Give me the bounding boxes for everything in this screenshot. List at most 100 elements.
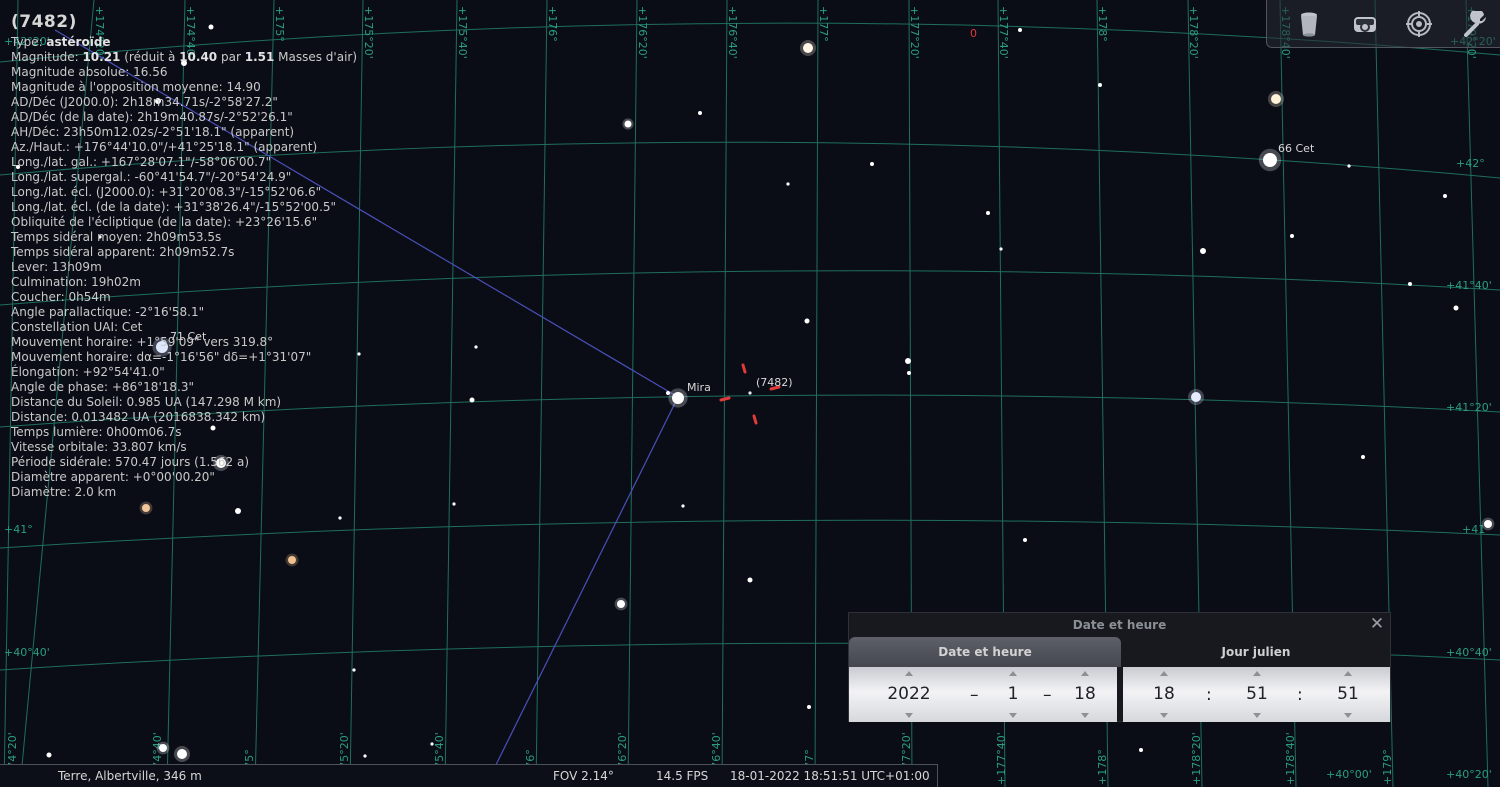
- star[interactable]: [1098, 83, 1102, 87]
- info-line: AH/Déc: 23h50m12.02s/-2°51'18.1" (appare…: [11, 125, 357, 140]
- datetime-text[interactable]: 18-01-2022 18:51:51 UTC+01:00: [730, 769, 930, 783]
- star[interactable]: [999, 247, 1003, 251]
- second-spinbox[interactable]: 51: [1331, 667, 1365, 722]
- info-text: Diamètre apparent: +0°00'00.20": [11, 470, 215, 484]
- star[interactable]: [469, 397, 475, 403]
- minute-up-icon[interactable]: [1253, 671, 1261, 676]
- second-down-icon[interactable]: [1344, 713, 1352, 718]
- close-icon[interactable]: ✕: [1368, 615, 1386, 633]
- star[interactable]: [1023, 538, 1027, 542]
- azimuth-label: +176°40': [726, 6, 739, 59]
- day-value[interactable]: 18: [1069, 684, 1101, 704]
- hour-value[interactable]: 18: [1147, 684, 1181, 704]
- star[interactable]: [1347, 164, 1351, 168]
- date-separator: –: [1043, 685, 1052, 705]
- location-text[interactable]: Terre, Albertville, 346 m: [58, 769, 202, 783]
- info-text: Période sidérale: 570.47 jours (1.562 a): [11, 455, 250, 469]
- second-up-icon[interactable]: [1344, 671, 1352, 676]
- star[interactable]: [46, 752, 52, 758]
- star[interactable]: [804, 318, 810, 324]
- minute-spinbox[interactable]: 51: [1240, 667, 1274, 722]
- star[interactable]: [907, 371, 911, 375]
- star[interactable]: [1361, 455, 1365, 459]
- info-line: AD/Déc (J2000.0): 2h18m34.71s/-2°58'27.2…: [11, 95, 357, 110]
- azimuth-label: +178°: [1096, 6, 1109, 42]
- status-bar: Terre, Albertville, 346 m FOV 2.14° 14.5…: [0, 764, 938, 787]
- dialog-title[interactable]: Date et heure: [849, 613, 1390, 637]
- star[interactable]: [430, 742, 434, 746]
- star[interactable]: [159, 744, 167, 752]
- star[interactable]: [905, 358, 911, 364]
- year-up-icon[interactable]: [905, 671, 913, 676]
- star[interactable]: [338, 516, 342, 520]
- info-line: Mouvement horaire: +1°59'09" vers 319.8°: [11, 335, 357, 350]
- star[interactable]: [681, 504, 685, 508]
- year-value[interactable]: 2022: [877, 684, 941, 704]
- month-value[interactable]: 1: [997, 684, 1029, 704]
- star[interactable]: [142, 504, 150, 512]
- star[interactable]: [747, 577, 753, 583]
- hour-down-icon[interactable]: [1160, 713, 1168, 718]
- info-line: Lever: 13h09m: [11, 260, 357, 275]
- second-value[interactable]: 51: [1331, 684, 1365, 704]
- azimuth-label: +177°: [817, 6, 830, 42]
- hour-up-icon[interactable]: [1160, 671, 1168, 676]
- star[interactable]: [1200, 248, 1206, 254]
- star[interactable]: [698, 111, 702, 115]
- star[interactable]: [803, 43, 813, 53]
- star[interactable]: [1271, 94, 1281, 104]
- star[interactable]: [666, 391, 670, 395]
- year-spinbox[interactable]: 2022: [877, 667, 941, 722]
- day-up-icon[interactable]: [1081, 671, 1089, 676]
- star[interactable]: [624, 120, 632, 128]
- star[interactable]: [1018, 28, 1022, 32]
- minute-down-icon[interactable]: [1253, 713, 1261, 718]
- star[interactable]: [235, 508, 241, 514]
- year-down-icon[interactable]: [905, 713, 913, 718]
- star[interactable]: [786, 182, 790, 186]
- star[interactable]: [474, 345, 478, 349]
- minute-value[interactable]: 51: [1240, 684, 1274, 704]
- target-button[interactable]: [1403, 8, 1435, 40]
- asteroid-7482[interactable]: [748, 391, 752, 395]
- star[interactable]: [1191, 392, 1201, 402]
- star[interactable]: [1408, 282, 1412, 286]
- star[interactable]: [1453, 305, 1459, 311]
- star[interactable]: [357, 352, 361, 356]
- hour-spinbox[interactable]: 18: [1147, 667, 1181, 722]
- info-text: Obliquité de l'écliptique (de la date): …: [11, 215, 318, 229]
- day-spinbox[interactable]: 18: [1069, 667, 1101, 722]
- month-up-icon[interactable]: [1009, 671, 1017, 676]
- star[interactable]: [1484, 520, 1492, 528]
- info-text: Long./lat. gal.: +167°28'07.1"/-58°06'00…: [11, 155, 272, 169]
- star[interactable]: [452, 502, 456, 506]
- star[interactable]: [986, 211, 990, 215]
- info-line: Obliquité de l'écliptique (de la date): …: [11, 215, 357, 230]
- info-value: 10.21: [82, 50, 121, 64]
- star[interactable]: [1139, 748, 1143, 752]
- tab-date-time[interactable]: Date et heure: [849, 637, 1121, 667]
- star[interactable]: [1443, 194, 1447, 198]
- info-text: Diamètre: 2.0 km: [11, 485, 117, 499]
- star[interactable]: [1290, 234, 1294, 238]
- info-text: Temps sidéral apparent: 2h09m52.7s: [11, 245, 235, 259]
- star[interactable]: [807, 705, 811, 709]
- star[interactable]: [617, 600, 625, 608]
- day-down-icon[interactable]: [1081, 713, 1089, 718]
- star[interactable]: [870, 162, 874, 166]
- star[interactable]: [288, 556, 296, 564]
- info-text: Angle de phase: +86°18'18.3": [11, 380, 194, 394]
- configuration-button[interactable]: [1459, 8, 1491, 40]
- trash-button[interactable]: [1293, 8, 1325, 40]
- info-line: Temps sidéral moyen: 2h09m53.5s: [11, 230, 357, 245]
- info-text: par: [217, 50, 245, 64]
- star[interactable]: [177, 749, 187, 759]
- star[interactable]: [672, 392, 684, 404]
- star[interactable]: [363, 754, 367, 758]
- star[interactable]: [1263, 153, 1277, 167]
- month-down-icon[interactable]: [1009, 713, 1017, 718]
- star[interactable]: [352, 668, 356, 672]
- month-spinbox[interactable]: 1: [997, 667, 1029, 722]
- telescope-button[interactable]: [1349, 8, 1381, 40]
- tab-julian-day[interactable]: Jour julien: [1122, 637, 1390, 667]
